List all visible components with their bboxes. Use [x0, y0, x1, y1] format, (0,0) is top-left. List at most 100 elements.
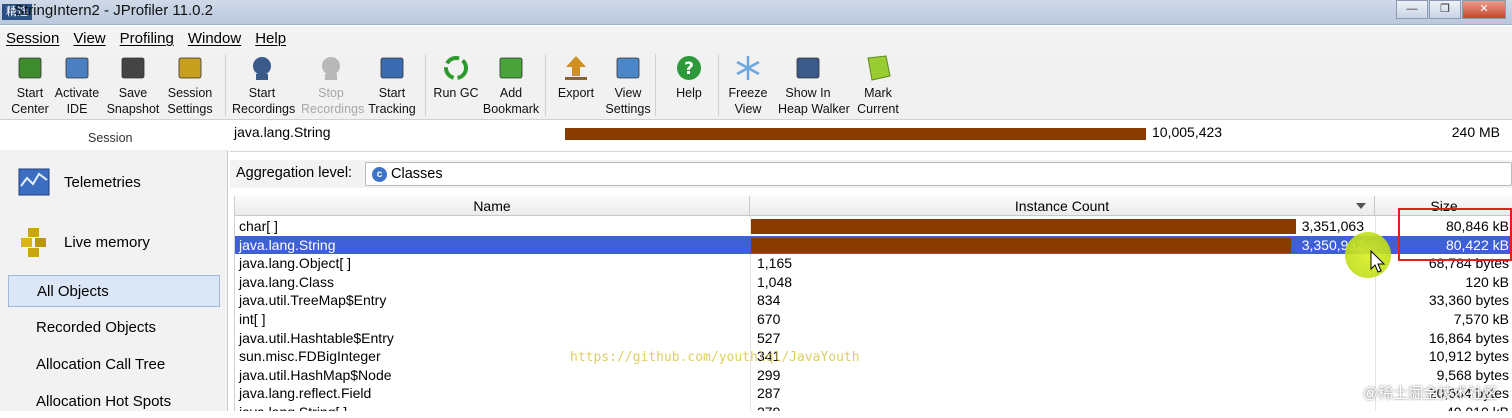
nav-section-label: Live memory — [64, 234, 150, 251]
stop-record-icon — [317, 54, 345, 82]
row-size: 33,360 bytes — [1429, 291, 1509, 309]
row-count: 527 — [757, 329, 780, 347]
record-icon — [248, 54, 276, 82]
column-header-instance-count[interactable]: Instance Count — [750, 196, 1375, 216]
toolbar-button-label: View Settings — [598, 85, 658, 117]
table-row[interactable]: java.lang.reflect.Field28720,664 bytes — [235, 384, 1512, 403]
row-name: java.lang.Class — [239, 273, 334, 291]
toolbar-button-label: Run GC — [426, 85, 486, 101]
row-count: 834 — [757, 291, 780, 309]
aggregation-label: Aggregation level: — [236, 165, 352, 181]
toolbar-button-label: Mark Current — [848, 85, 908, 117]
upper-row-name[interactable]: java.lang.String — [234, 124, 331, 140]
toolbar-button-label: Help — [659, 85, 719, 101]
nav-item-recorded-objects[interactable]: Recorded Objects — [8, 312, 220, 344]
row-count: 670 — [757, 310, 780, 328]
column-header-label: Instance Count — [1015, 198, 1109, 214]
table-row[interactable]: java.lang.String3,350,93280,422 kB — [235, 236, 1512, 255]
toolbar-button-mark[interactable]: Mark Current — [848, 54, 908, 117]
row-size: 7,570 kB — [1454, 310, 1509, 328]
class-icon: c — [372, 167, 387, 182]
table-row[interactable]: java.lang.Class 1,048 120 kB — [235, 273, 1512, 292]
bookmark-icon — [497, 54, 525, 82]
toolbar-button-bookmark[interactable]: Add Bookmark — [481, 54, 541, 117]
column-header-name[interactable]: Name — [235, 196, 750, 216]
telemetries-icon — [18, 166, 50, 198]
toolbar-button-export[interactable]: Export — [546, 54, 606, 101]
mouse-pointer-icon — [1370, 250, 1386, 274]
row-size: 120 kB — [1465, 273, 1509, 291]
toolbar-button-heap-walker[interactable]: Show In Heap Walker — [778, 54, 838, 117]
row-count: 1,165 — [757, 254, 792, 272]
toolbar-button-label: Activate IDE — [47, 85, 107, 117]
nav-item-all-objects[interactable]: All Objects — [8, 275, 220, 307]
table-row[interactable]: java.lang.String[ ]27940,010 kB — [235, 403, 1512, 411]
table-row[interactable]: java.util.Hashtable$Entry 527 16,864 bytes — [235, 329, 1512, 348]
nav-section-live-memory[interactable]: Live memory — [18, 226, 150, 258]
table-header: Name Instance Count Size — [235, 196, 1512, 216]
row-count: 1,048 — [757, 273, 792, 291]
toolbar: Start CenterActivate IDESave SnapshotSes… — [0, 50, 1512, 120]
table-row[interactable]: char[ ]3,351,06380,846 kB — [235, 217, 1512, 236]
settings-icon — [176, 54, 204, 82]
start-center-icon — [16, 54, 44, 82]
row-name: java.util.HashMap$Node — [239, 366, 392, 384]
help-icon: ? — [675, 54, 703, 82]
menu-profiling[interactable]: Profiling — [120, 30, 174, 47]
toolbar-button-label: Start Tracking — [362, 85, 422, 117]
toolbar-group-label: Session — [88, 131, 132, 145]
table-row[interactable]: java.lang.Object[ ]1,16568,784 bytes — [235, 254, 1512, 273]
recorded-objects-strip: java.lang.String 10,005,423 240 MB — [230, 120, 1512, 152]
url-watermark: https://github.com/youthlql/JavaYouth — [570, 350, 860, 365]
export-icon — [562, 54, 590, 82]
toolbar-separator — [545, 54, 546, 116]
aggregation-bar: Aggregation level: c Classes — [230, 160, 1512, 188]
toolbar-button-record[interactable]: Start Recordings — [232, 54, 292, 117]
menu-window[interactable]: Window — [188, 30, 241, 47]
row-size: 16,864 bytes — [1429, 329, 1509, 347]
aggregation-select[interactable]: c Classes — [365, 162, 1512, 186]
nav-section-telemetries[interactable]: Telemetries — [18, 166, 141, 198]
aggregation-value: Classes — [391, 166, 443, 182]
window-controls: — ❐ ✕ — [1396, 0, 1506, 19]
row-name: char[ ] — [239, 217, 278, 235]
menu-view[interactable]: View — [73, 30, 105, 47]
row-name: java.util.Hashtable$Entry — [239, 329, 394, 347]
menu-session[interactable]: Session — [6, 30, 59, 47]
table-row[interactable]: sun.misc.FDBigInteger34110,912 bytes — [235, 347, 1512, 366]
toolbar-button-gc[interactable]: Run GC — [426, 54, 486, 101]
freeze-icon — [734, 54, 762, 82]
toolbar-button-settings[interactable]: Session Settings — [160, 54, 220, 117]
activate-ide-icon — [63, 54, 91, 82]
row-name: java.lang.Object[ ] — [239, 254, 351, 272]
toolbar-button-view-settings[interactable]: View Settings — [598, 54, 658, 117]
toolbar-button-activate-ide[interactable]: Activate IDE — [47, 54, 107, 117]
left-navigation: Telemetries Live memory All Objects Reco… — [0, 150, 228, 411]
toolbar-separator — [225, 54, 226, 116]
nav-item-allocation-hot-spots[interactable]: Allocation Hot Spots — [8, 386, 220, 418]
heap-walker-icon — [794, 54, 822, 82]
row-count: 287 — [757, 384, 780, 402]
row-name: int[ ] — [239, 310, 265, 328]
table-row[interactable]: java.util.TreeMap$Entry83433,360 bytes — [235, 291, 1512, 310]
menu-bar: Session View Profiling Window Help — [0, 26, 1512, 50]
toolbar-button-help[interactable]: ? Help — [659, 54, 719, 101]
toolbar-button-save[interactable]: Save Snapshot — [103, 54, 163, 117]
table-row[interactable]: java.util.HashMap$Node2999,568 bytes — [235, 366, 1512, 385]
toolbar-button-label: Freeze View — [718, 85, 778, 117]
row-name: java.lang.reflect.Field — [239, 384, 371, 402]
toolbar-button-label: Show In Heap Walker — [778, 85, 838, 117]
instance-count-bar — [751, 238, 1291, 253]
toolbar-button-freeze[interactable]: Freeze View — [718, 54, 778, 117]
row-count: 3,351,063 — [1302, 217, 1364, 235]
menu-help[interactable]: Help — [255, 30, 286, 47]
nav-item-allocation-call-tree[interactable]: Allocation Call Tree — [8, 349, 220, 381]
row-count: 279 — [757, 403, 780, 411]
close-button[interactable]: ✕ — [1462, 0, 1506, 19]
view-settings-icon — [614, 54, 642, 82]
maximize-button[interactable]: ❐ — [1429, 0, 1461, 19]
upper-row-size: 240 MB — [1452, 124, 1500, 140]
minimize-button[interactable]: — — [1396, 0, 1428, 19]
toolbar-button-tracking[interactable]: Start Tracking — [362, 54, 422, 117]
table-row[interactable]: int[ ] 670 7,570 kB — [235, 310, 1512, 329]
